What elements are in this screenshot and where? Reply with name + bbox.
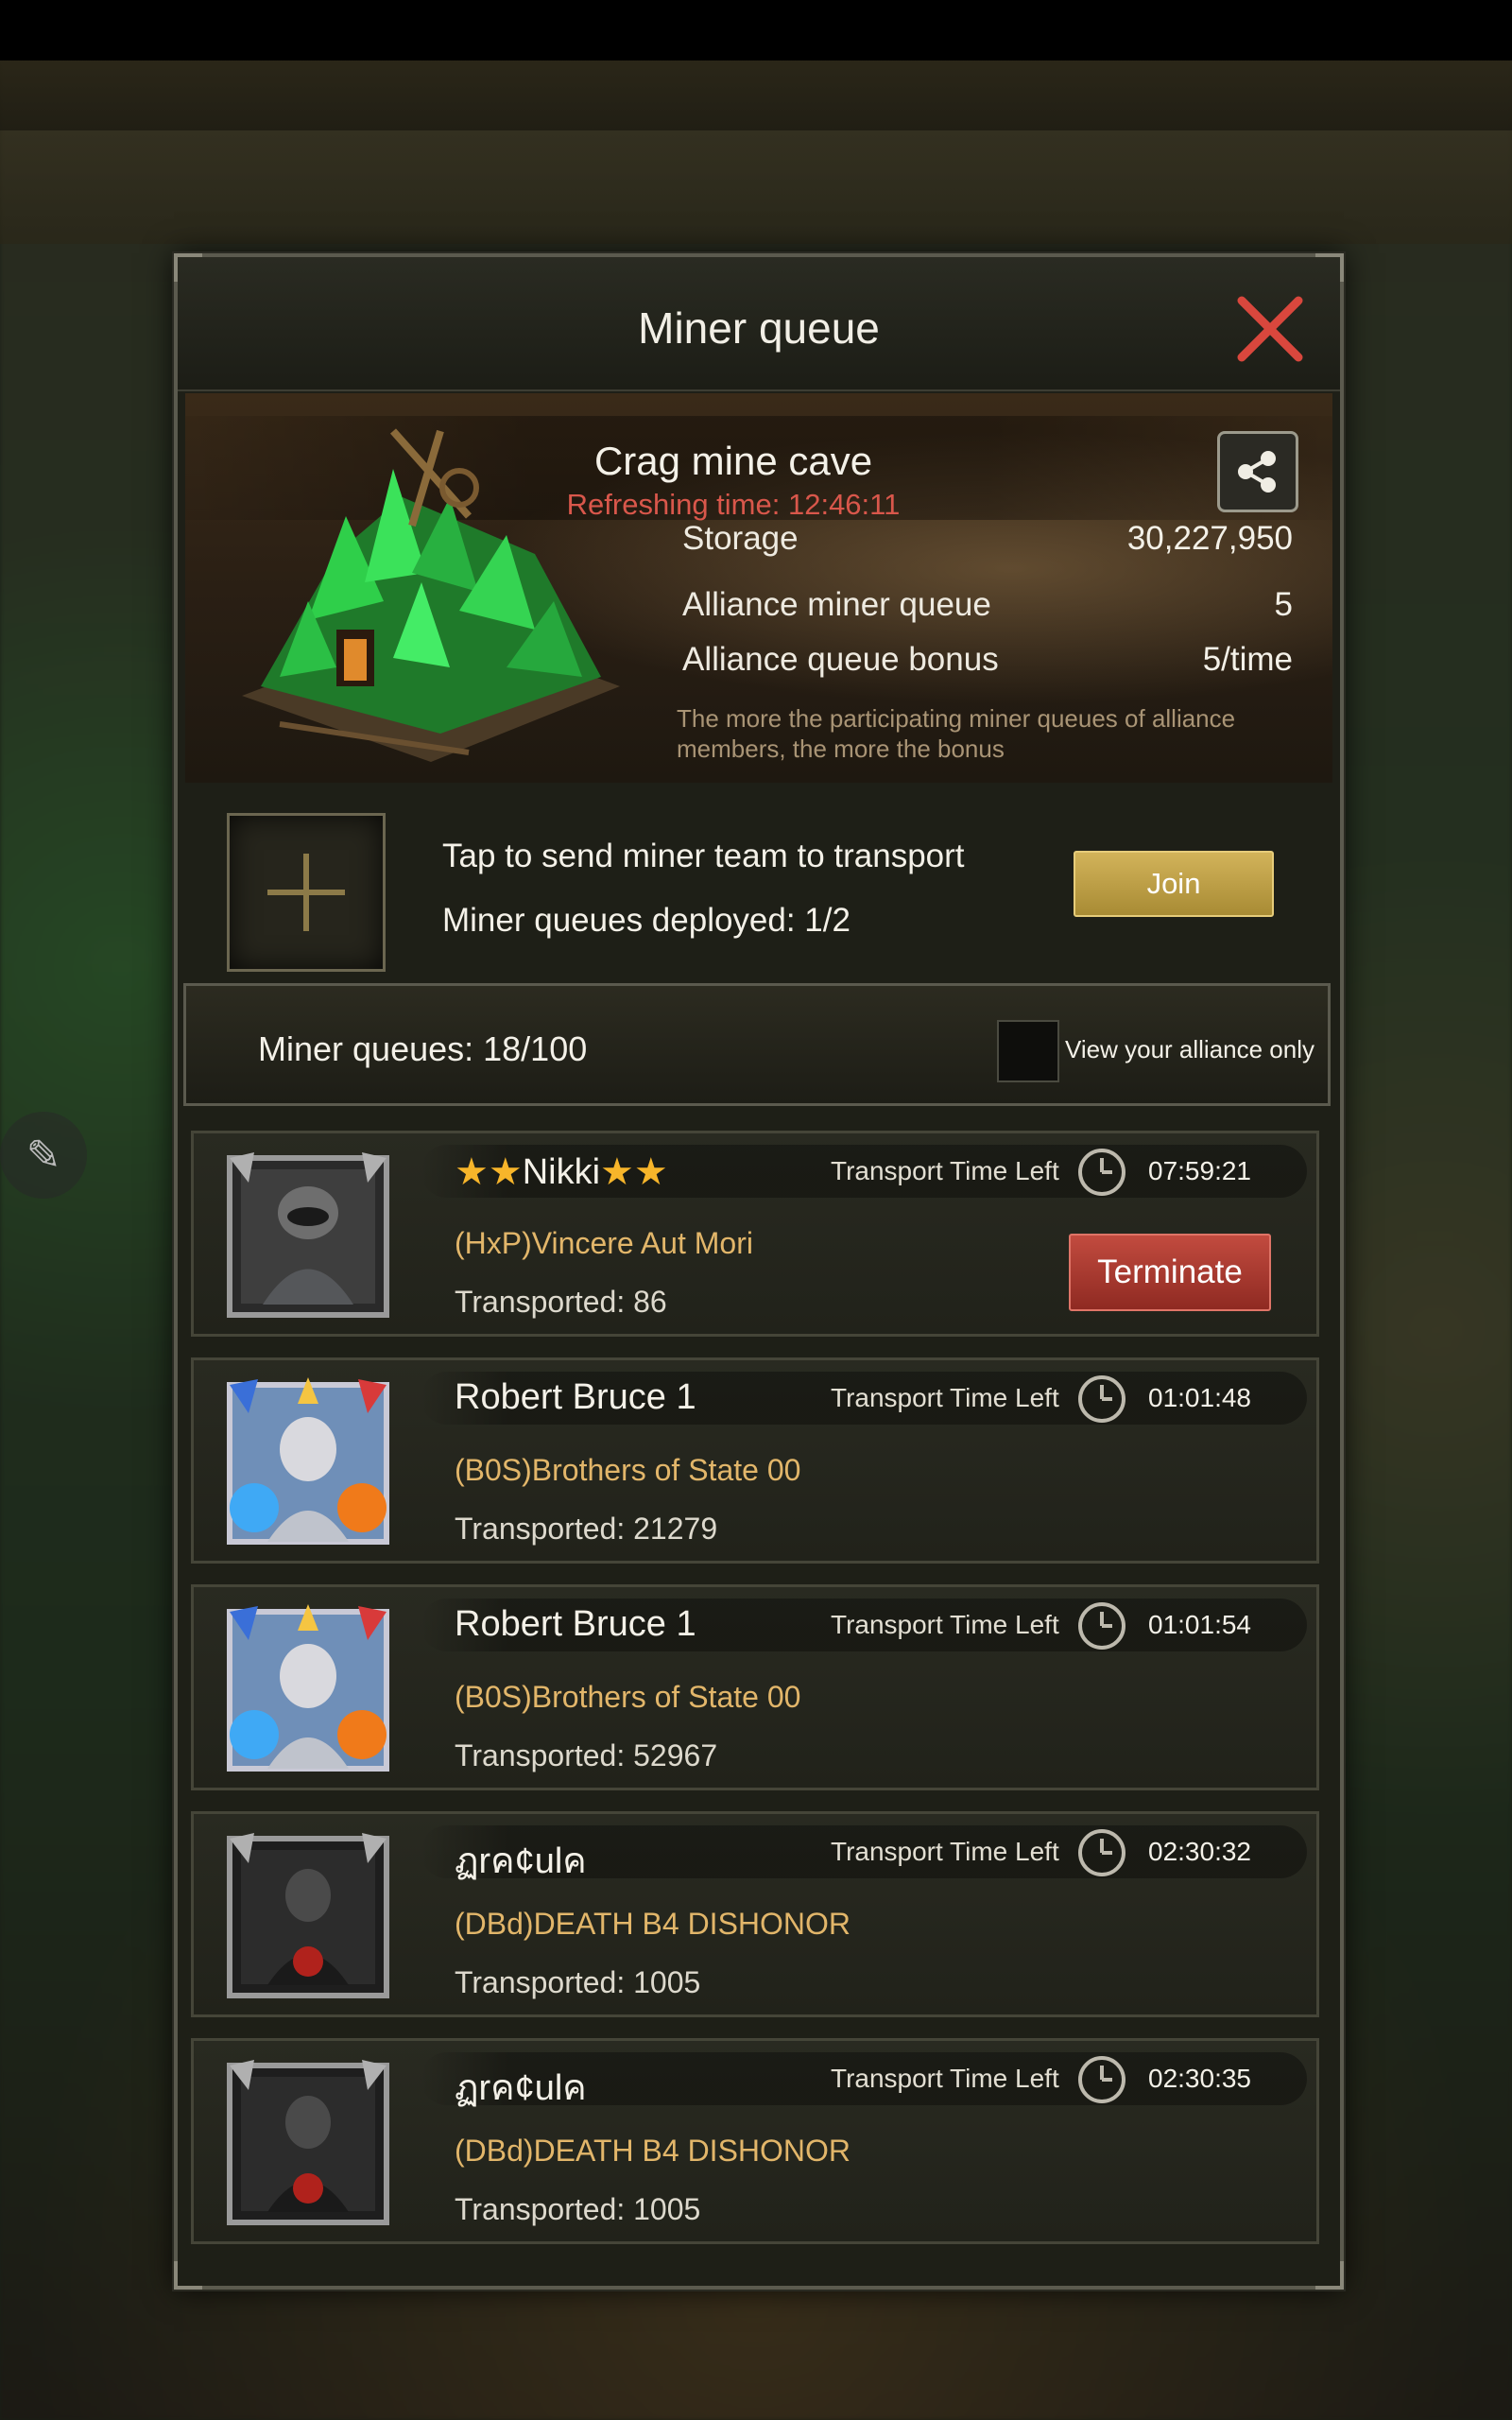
frame-corner	[1315, 2261, 1344, 2290]
close-icon	[1237, 296, 1303, 362]
transported-count: Transported: 52967	[455, 1738, 718, 1772]
refresh-timer: Refreshing time: 12:46:11	[566, 488, 901, 521]
alliance-name: (DBd)DEATH B4 DISHONOR	[455, 1907, 851, 1941]
edit-pencil-icon[interactable]: ✎	[0, 1112, 87, 1199]
transport-time: 01:01:54	[1148, 1610, 1251, 1639]
clock-icon	[1078, 2056, 1125, 2103]
alliance-name: (HxP)Vincere Aut Mori	[455, 1226, 753, 1260]
alliance-only-checkbox[interactable]	[997, 1020, 1059, 1082]
clock-icon	[1078, 1375, 1125, 1423]
transported-count: Transported: 1005	[455, 1965, 701, 1999]
alliance-only-label[interactable]: View your alliance only	[1065, 1035, 1314, 1064]
dialog-title: Miner queue	[638, 303, 880, 353]
stat-label: Alliance queue bonus	[682, 641, 999, 678]
alliance-name: (DBd)DEATH B4 DISHONOR	[455, 2134, 851, 2168]
alliance-queue-bonus-row: Alliance queue bonus 5/time	[682, 641, 1293, 679]
miner-queue-dialog: Miner queue Crag mine cave Refreshing ti…	[174, 253, 1344, 2290]
stat-label: Alliance miner queue	[682, 586, 991, 623]
stone-statue-avatar	[227, 1604, 389, 1772]
alliance-name: (B0S)Brothers of State 00	[455, 1680, 801, 1714]
share-icon	[1238, 451, 1276, 493]
clock-icon	[1078, 1829, 1125, 1876]
transported-count: Transported: 86	[455, 1285, 667, 1319]
transport-time-label: Transport Time Left	[831, 1156, 1059, 1185]
queues-deployed: Miner queues deployed: 1/2	[442, 902, 850, 939]
stat-value: 5	[1274, 586, 1293, 623]
queue-count-bar: Miner queues: 18/100 View your alliance …	[183, 983, 1331, 1106]
transport-time: 01:01:48	[1148, 1383, 1251, 1412]
transport-time: 02:30:32	[1148, 1837, 1251, 1866]
share-button[interactable]	[1217, 431, 1298, 512]
transported-count: Transported: 21279	[455, 1512, 718, 1546]
player-name: ฏrค¢ulค	[455, 1841, 587, 1881]
queue-row: ฏrค¢ulค Transport Time Left 02:30:35 (DB…	[191, 2038, 1319, 2244]
clock-icon	[1078, 1149, 1125, 1196]
stone-statue-avatar	[227, 1377, 389, 1545]
dark-warrior-avatar	[227, 1833, 389, 1998]
dark-warrior-avatar	[227, 2060, 389, 2225]
add-miner-team-slot[interactable]	[227, 813, 386, 972]
clock-icon	[1078, 1602, 1125, 1650]
mine-name: Crag mine cave	[593, 439, 873, 483]
storage-row: Storage 30,227,950	[682, 520, 1293, 558]
queue-row: ฏrค¢ulค Transport Time Left 02:30:32 (DB…	[191, 1811, 1319, 2017]
game-hud-banner	[0, 130, 1512, 244]
player-name: Robert Bruce 1	[455, 1377, 696, 1417]
stat-label: Storage	[682, 520, 799, 557]
player-name: ★★ Nikki ★★	[455, 1151, 668, 1193]
transport-time-label: Transport Time Left	[831, 1383, 1059, 1412]
mine-banner: Crag mine cave Refreshing time: 12:46:11…	[185, 393, 1332, 783]
queue-count: Miner queues: 18/100	[258, 1029, 588, 1068]
transport-time: 07:59:21	[1148, 1156, 1251, 1185]
dialog-header: Miner queue	[178, 257, 1340, 391]
plus-icon	[267, 854, 345, 931]
game-hud-top	[0, 60, 1512, 130]
alliance-name: (B0S)Brothers of State 00	[455, 1453, 801, 1487]
transport-time: 02:30:35	[1148, 2064, 1251, 2093]
star-icon: ★★	[600, 1151, 668, 1193]
stat-value: 5/time	[1202, 641, 1293, 678]
close-button[interactable]	[1236, 295, 1304, 363]
raccoon-knight-avatar	[227, 1152, 389, 1318]
transport-time-label: Transport Time Left	[831, 1837, 1059, 1866]
stat-value: 30,227,950	[1126, 520, 1293, 557]
star-icon: ★★	[455, 1151, 523, 1193]
terminate-button[interactable]: Terminate	[1069, 1234, 1271, 1311]
join-button[interactable]: Join	[1074, 851, 1274, 917]
frame-corner	[174, 2261, 202, 2290]
transport-time-label: Transport Time Left	[831, 1610, 1059, 1639]
transport-time-label: Transport Time Left	[831, 2064, 1059, 2093]
queue-row: ★★ Nikki ★★ Transport Time Left 07:59:21 (…	[191, 1131, 1319, 1337]
player-name: ฏrค¢ulค	[455, 2068, 587, 2108]
bonus-note: The more the participating miner queues …	[677, 704, 1236, 763]
player-name: Robert Bruce 1	[455, 1604, 696, 1644]
queue-row: Robert Bruce 1 Transport Time Left 01:01…	[191, 1584, 1319, 1790]
status-bar	[0, 0, 1512, 60]
alliance-miner-queue-row: Alliance miner queue 5	[682, 586, 1293, 624]
transported-count: Transported: 1005	[455, 2192, 701, 2226]
queue-row: Robert Bruce 1 Transport Time Left 01:01…	[191, 1357, 1319, 1564]
join-instruction: Tap to send miner team to transport	[442, 838, 965, 874]
